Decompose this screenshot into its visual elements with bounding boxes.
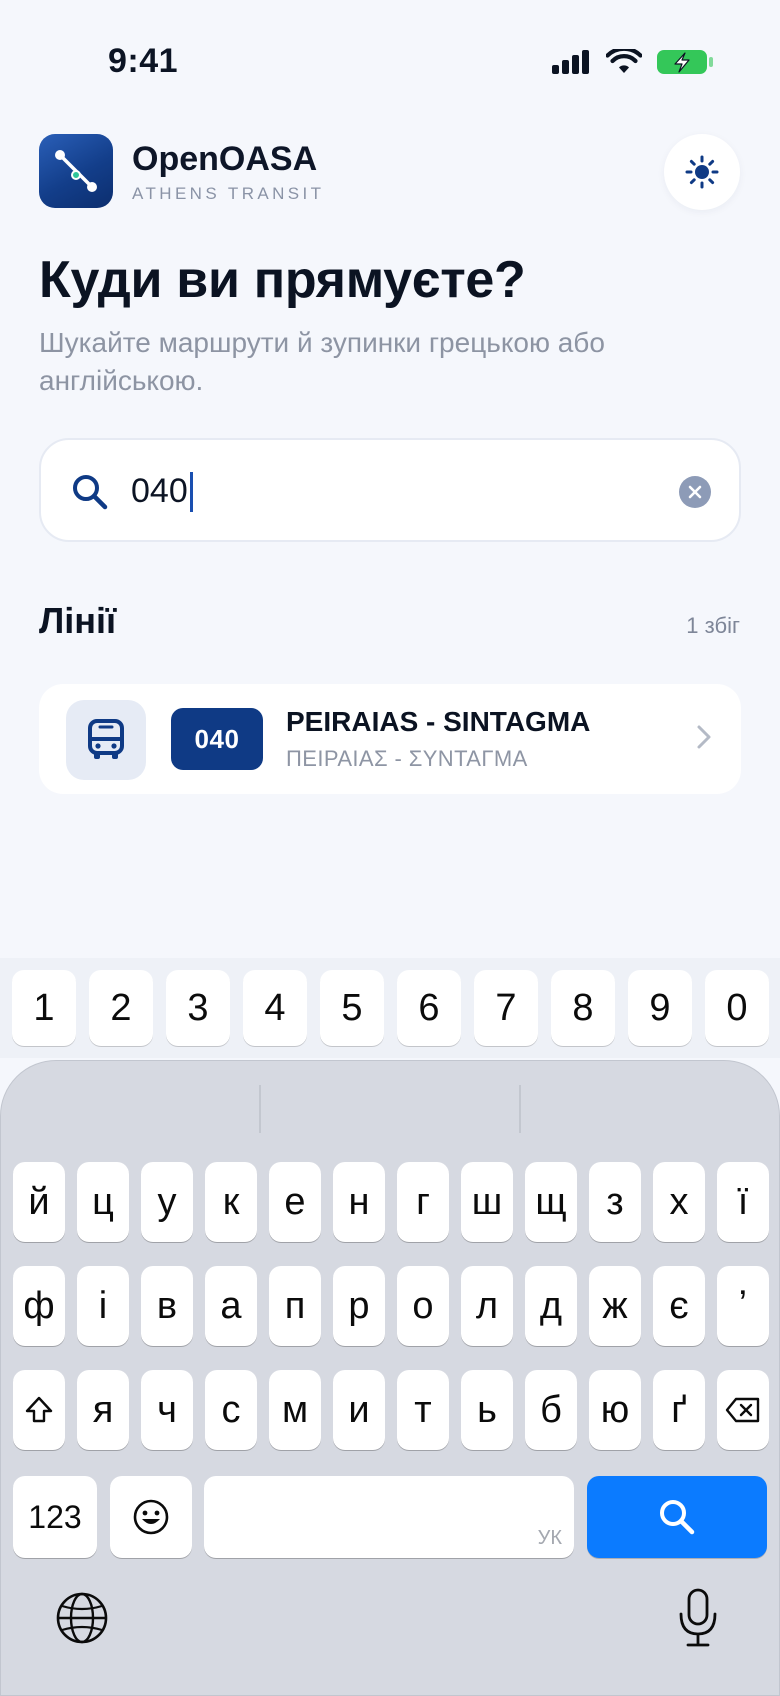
battery-charging-icon: [657, 50, 713, 74]
close-icon: [688, 485, 702, 499]
key-1[interactable]: 1: [12, 970, 76, 1046]
key-letter[interactable]: ї: [717, 1162, 769, 1242]
keyboard-search-key[interactable]: [587, 1476, 767, 1558]
key-letter[interactable]: е: [269, 1162, 321, 1242]
key-8[interactable]: 8: [551, 970, 615, 1046]
numbers-key[interactable]: 123: [13, 1476, 97, 1558]
match-count: 1 збіг: [686, 613, 740, 638]
route-name-greek: ΠΕΙΡΑΙΑΣ - ΣΥΝΤΑΓΜΑ: [286, 746, 528, 771]
clear-search-button[interactable]: [679, 476, 711, 508]
dictation-key[interactable]: [674, 1586, 722, 1650]
line-number-badge: 040: [171, 708, 263, 770]
shift-icon: [25, 1396, 53, 1423]
key-letter[interactable]: у: [141, 1162, 193, 1242]
key-4[interactable]: 4: [243, 970, 307, 1046]
key-letter[interactable]: є: [653, 1266, 705, 1346]
key-letter[interactable]: ю: [589, 1370, 641, 1450]
key-letter[interactable]: а: [205, 1266, 257, 1346]
key-letter[interactable]: й: [13, 1162, 65, 1242]
key-letter[interactable]: в: [141, 1266, 193, 1346]
cellular-signal-icon: [552, 50, 589, 74]
key-letter[interactable]: ґ: [653, 1370, 705, 1450]
text-caret: [190, 472, 193, 512]
search-icon: [660, 1500, 695, 1535]
key-letter[interactable]: с: [205, 1370, 257, 1450]
bus-icon: [88, 719, 124, 759]
search-box[interactable]: [39, 438, 741, 542]
key-letter[interactable]: ь: [461, 1370, 513, 1450]
key-letter[interactable]: ч: [141, 1370, 193, 1450]
key-letter[interactable]: п: [269, 1266, 321, 1346]
key-letter[interactable]: т: [397, 1370, 449, 1450]
bus-icon-container: [66, 700, 146, 780]
key-letter[interactable]: х: [653, 1162, 705, 1242]
search-input[interactable]: [131, 464, 631, 518]
app-name: OpenOASA: [132, 140, 318, 178]
shift-key[interactable]: [13, 1370, 65, 1450]
key-letter[interactable]: щ: [525, 1162, 577, 1242]
key-letter[interactable]: ц: [77, 1162, 129, 1242]
route-name: PEIRAIAS - SINTAGMA: [286, 706, 591, 737]
status-bar: 9:41: [0, 0, 780, 120]
globe-icon: [56, 1592, 108, 1644]
key-letter[interactable]: г: [397, 1162, 449, 1242]
key-letter[interactable]: д: [525, 1266, 577, 1346]
suggestion-divider: [259, 1085, 261, 1133]
page-subtitle: Шукайте маршрути й зупинки грецькою або …: [39, 327, 605, 396]
globe-key[interactable]: [54, 1590, 110, 1646]
backspace-icon: [725, 1397, 760, 1423]
emoji-key[interactable]: [110, 1476, 192, 1558]
key-letter[interactable]: ф: [13, 1266, 65, 1346]
sun-icon: [685, 155, 719, 189]
search-icon: [71, 473, 109, 516]
key-letter[interactable]: н: [333, 1162, 385, 1242]
status-indicators: [552, 48, 714, 76]
route-line-icon: [55, 150, 97, 192]
page-title: Куди ви прямуєте?: [39, 251, 526, 309]
section-title-lines: Лінії: [39, 600, 117, 641]
key-letter[interactable]: б: [525, 1370, 577, 1450]
key-letter[interactable]: і: [77, 1266, 129, 1346]
emoji-icon: [133, 1499, 169, 1535]
key-2[interactable]: 2: [89, 970, 153, 1046]
route-result-row[interactable]: 040 PEIRAIAS - SINTAGMA ΠΕΙΡΑΙΑΣ - ΣΥΝΤΑ…: [39, 684, 741, 794]
wifi-icon: [606, 49, 642, 73]
key-0[interactable]: 0: [705, 970, 769, 1046]
key-letter[interactable]: ʼ: [717, 1266, 769, 1346]
key-letter[interactable]: и: [333, 1370, 385, 1450]
key-letter[interactable]: л: [461, 1266, 513, 1346]
key-7[interactable]: 7: [474, 970, 538, 1046]
key-letter[interactable]: ж: [589, 1266, 641, 1346]
app-logo: [39, 134, 113, 208]
key-letter[interactable]: з: [589, 1162, 641, 1242]
key-5[interactable]: 5: [320, 970, 384, 1046]
key-9[interactable]: 9: [628, 970, 692, 1046]
space-key[interactable]: УК: [204, 1476, 574, 1558]
app-tagline: ATHENS TRANSIT: [132, 184, 325, 203]
key-letter[interactable]: к: [205, 1162, 257, 1242]
key-letter[interactable]: я: [77, 1370, 129, 1450]
keyboard-language-label: УК: [537, 1527, 562, 1549]
key-3[interactable]: 3: [166, 970, 230, 1046]
chevron-right-icon: [695, 722, 713, 757]
key-letter[interactable]: о: [397, 1266, 449, 1346]
key-letter[interactable]: ш: [461, 1162, 513, 1242]
microphone-icon: [679, 1588, 717, 1647]
key-letter[interactable]: м: [269, 1370, 321, 1450]
status-time: 9:41: [108, 42, 179, 80]
theme-toggle-button[interactable]: [664, 134, 740, 210]
key-6[interactable]: 6: [397, 970, 461, 1046]
key-letter[interactable]: р: [333, 1266, 385, 1346]
suggestion-divider: [519, 1085, 521, 1133]
keyboard-number-row: 1 2 3 4 5 6 7 8 9 0: [0, 958, 780, 1058]
backspace-key[interactable]: [717, 1370, 769, 1450]
